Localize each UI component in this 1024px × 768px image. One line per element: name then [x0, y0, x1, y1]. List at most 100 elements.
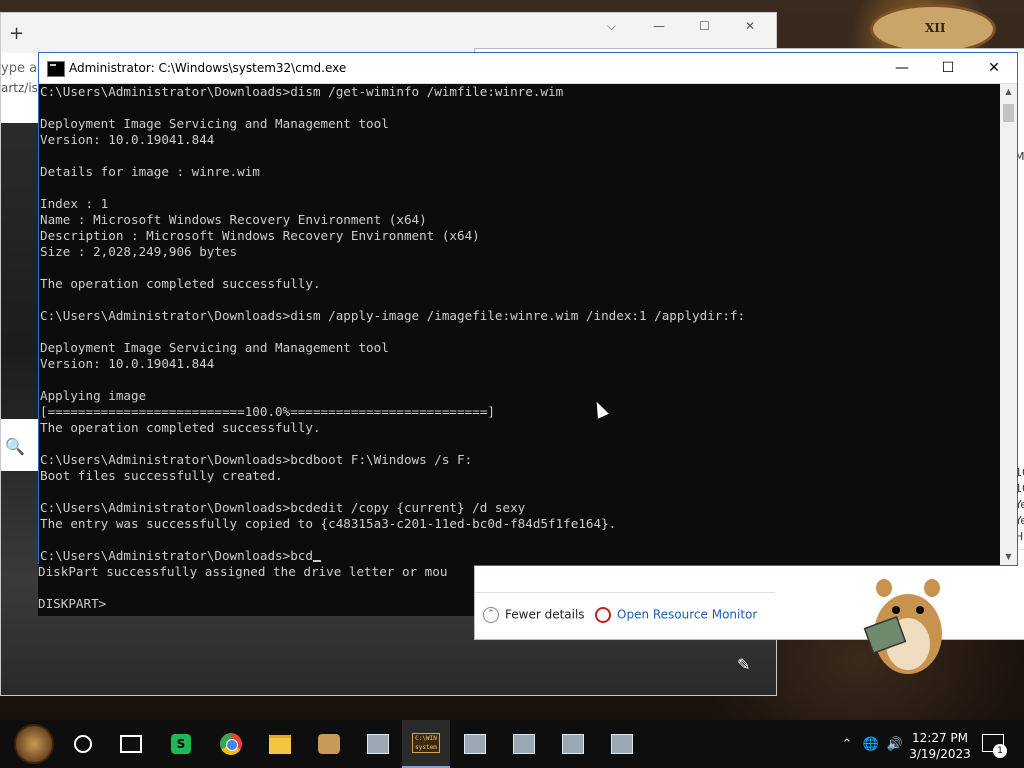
cmd-titlebar[interactable]: Administrator: C:\Windows\system32\cmd.e…: [39, 53, 1017, 84]
taskbar-app-file-explorer[interactable]: [256, 720, 304, 768]
console-prompt-line[interactable]: C:\Users\Administrator\Downloads>bcd: [40, 548, 1000, 564]
taskbar-app-window-a[interactable]: [451, 720, 499, 768]
cmd-window-title: Administrator: C:\Windows\system32\cmd.e…: [69, 61, 347, 75]
console-line: Deployment Image Servicing and Managemen…: [40, 116, 389, 131]
task-view-icon: [120, 735, 142, 753]
chevron-down-icon[interactable]: ⌵: [607, 19, 616, 34]
fewer-details-label: Fewer details: [505, 607, 585, 622]
hamster-desktop-pet[interactable]: [862, 574, 950, 678]
taskbar-clock[interactable]: 12:27 PM 3/19/2023: [900, 730, 980, 762]
text-cursor: [312, 560, 321, 562]
vertical-scrollbar[interactable]: ▲ ▼: [1000, 84, 1017, 565]
console-line: C:\Users\Administrator\Downloads>bcdedit…: [40, 500, 526, 515]
console-line: Boot files successfully created.: [40, 468, 283, 483]
console-line: C:\Users\Administrator\Downloads>dism /g…: [40, 84, 564, 99]
close-icon[interactable]: ✕: [745, 19, 755, 33]
console-line: C:\Users\Administrator\Downloads>bcdboot…: [40, 452, 473, 467]
resource-monitor-icon: [595, 607, 611, 623]
clock-time: 12:27 PM: [912, 731, 968, 745]
minimize-button[interactable]: —: [879, 53, 925, 83]
maximize-button[interactable]: ☐: [925, 53, 971, 83]
scroll-down-icon[interactable]: ▼: [1000, 549, 1017, 565]
folder-icon: [269, 734, 291, 754]
taskbar-app-window-b[interactable]: [549, 720, 597, 768]
chrome-icon: [220, 733, 242, 755]
network-app-icon: [367, 734, 389, 754]
maximize-icon[interactable]: ☐: [699, 19, 710, 33]
close-button[interactable]: ✕: [971, 53, 1017, 83]
console-line: Version: 10.0.19041.844: [40, 132, 215, 147]
cortana-button[interactable]: [59, 720, 107, 768]
task-manager-icon: [611, 734, 633, 754]
open-resource-monitor-label: Open Resource Monitor: [617, 607, 758, 622]
console-line: Details for image : winre.wim: [40, 164, 260, 179]
spotify-icon: S: [171, 734, 191, 754]
window-icon: [464, 734, 486, 754]
taskbar-app-network-b[interactable]: [500, 720, 548, 768]
minimize-icon[interactable]: —: [653, 19, 665, 33]
clock-numeral: XII: [925, 21, 946, 35]
console-line: Name : Microsoft Windows Recovery Enviro…: [40, 212, 427, 227]
console-output[interactable]: C:\Users\Administrator\Downloads>dism /g…: [39, 84, 1000, 564]
network-app-icon: [513, 734, 535, 754]
console-line: Applying image: [40, 388, 147, 403]
console-line: [==========================100.0%=======…: [40, 404, 495, 419]
start-icon: [14, 724, 54, 764]
cmd-window[interactable]: Administrator: C:\Windows\system32\cmd.e…: [38, 52, 1018, 566]
wallpaper-clock-decoration: XII: [870, 4, 996, 54]
search-box[interactable]: 🔍: [1, 419, 41, 471]
browser-titlebar: + ⌵ — ☐ ✕: [1, 13, 776, 53]
clock-date: 3/19/2023: [909, 747, 971, 761]
chevron-up-icon[interactable]: ⌃: [838, 720, 856, 768]
console-line: Index : 1: [40, 196, 109, 211]
task-manager-footer: ⌃ Fewer details Open Resource Monitor: [475, 592, 775, 639]
cmd-taskbar-icon: C:\WIN system: [412, 733, 440, 753]
window-icon: [562, 734, 584, 754]
console-line: Size : 2,028,249,906 bytes: [40, 244, 238, 259]
scroll-up-icon[interactable]: ▲: [1000, 84, 1017, 100]
taskbar-app-spotify[interactable]: S: [157, 720, 205, 768]
diskpart-line: DiskPart successfully assigned the drive…: [38, 564, 448, 579]
new-tab-icon[interactable]: +: [9, 23, 24, 44]
address-bar[interactable]: ype a: [1, 61, 37, 76]
cmd-app-icon: [47, 61, 65, 77]
start-button[interactable]: [10, 720, 58, 768]
fewer-details-button[interactable]: ⌃ Fewer details: [483, 607, 585, 623]
open-resource-monitor-link[interactable]: Open Resource Monitor: [595, 607, 757, 623]
console-line: The operation completed successfully.: [40, 420, 321, 435]
prompt-text: C:\Users\Administrator\Downloads>bcd: [40, 548, 313, 563]
pencil-icon[interactable]: ✎: [737, 655, 750, 674]
diskpart-line: [38, 580, 474, 596]
notification-badge: 1: [993, 744, 1007, 758]
chevron-up-icon: ⌃: [483, 607, 499, 623]
search-icon: 🔍: [5, 437, 25, 456]
scroll-thumb[interactable]: [1003, 104, 1014, 122]
console-line: The entry was successfully copied to {c4…: [40, 516, 617, 531]
console-line: Version: 10.0.19041.844: [40, 356, 215, 371]
diskpart-console[interactable]: DiskPart successfully assigned the drive…: [38, 564, 474, 616]
taskbar-app-chrome[interactable]: [207, 720, 255, 768]
globe-icon[interactable]: 🌐: [860, 720, 882, 768]
task-view-button[interactable]: [107, 720, 155, 768]
console-line: Deployment Image Servicing and Managemen…: [40, 340, 389, 355]
taskbar: S C:\WIN system ⌃ 🌐 🔊 12:27 PM 3/19/2023…: [0, 720, 1024, 768]
console-line: Description : Microsoft Windows Recovery…: [40, 228, 480, 243]
console-line: C:\Users\Administrator\Downloads>dism /a…: [40, 308, 746, 323]
diskpart-line: DISKPART>: [38, 596, 107, 611]
taskbar-app-task-manager[interactable]: [598, 720, 646, 768]
console-line: The operation completed successfully.: [40, 276, 321, 291]
taskbar-app-network[interactable]: [354, 720, 402, 768]
taskbar-app-cmd[interactable]: C:\WIN system: [402, 720, 450, 768]
cortana-icon: [74, 735, 92, 753]
taskbar-app-gold[interactable]: [305, 720, 353, 768]
